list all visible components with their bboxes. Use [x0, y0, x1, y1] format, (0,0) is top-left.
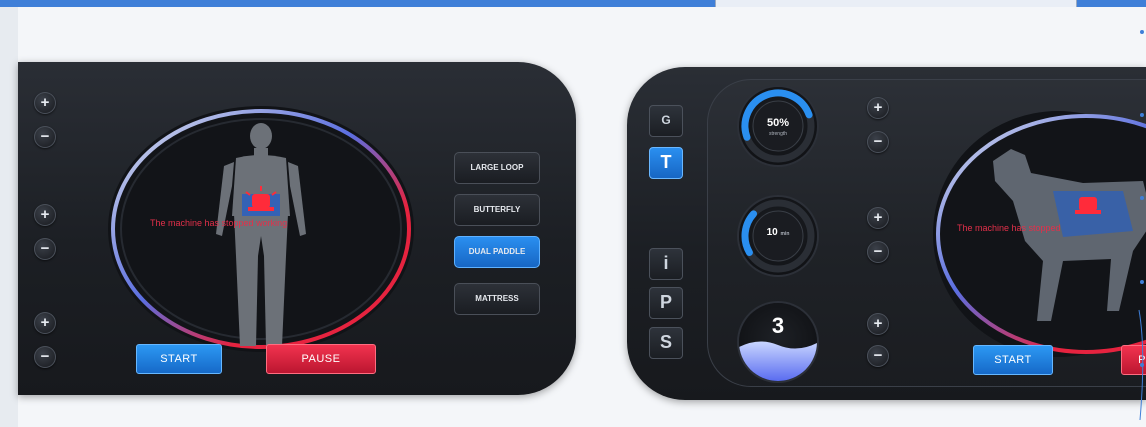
mode-dual-paddle-button[interactable]: DUAL PADDLE — [454, 236, 540, 268]
animal-mode-panel: G T i P S 50% strength + − 10 min + − 3 … — [627, 67, 1146, 400]
p-icon: P — [659, 292, 672, 312]
left-strip — [0, 7, 18, 427]
time-minus-button[interactable]: − — [867, 241, 889, 263]
probe-mode-button[interactable]: G — [649, 105, 683, 137]
intensity-minus-button[interactable]: − — [867, 131, 889, 153]
mode-large-loop-button[interactable]: LARGE LOOP — [454, 152, 540, 184]
level-value: 3 — [771, 313, 785, 338]
minus-button-2[interactable]: − — [34, 238, 56, 260]
status-message-2: The machine has stopped — [957, 223, 1061, 233]
plus-button-1[interactable]: + — [34, 92, 56, 114]
mode-mattress-button[interactable]: MATTRESS — [454, 283, 540, 315]
intensity-unit: strength — [768, 131, 788, 137]
info-icon: i — [663, 253, 669, 273]
info-button[interactable]: i — [649, 248, 683, 280]
intensity-gauge: 50% strength — [739, 87, 817, 165]
time-unit: min — [780, 231, 790, 237]
start-button-2[interactable]: START — [973, 345, 1053, 375]
time-gauge: 10 min — [739, 197, 817, 275]
intensity-value: 50% — [766, 117, 790, 129]
status-message: The machine has stopped working — [150, 218, 288, 228]
level-plus-button[interactable]: + — [867, 313, 889, 335]
minus-button-1[interactable]: − — [34, 126, 56, 148]
time-plus-button[interactable]: + — [867, 207, 889, 229]
time-number: 10 — [766, 227, 778, 238]
minus-button-3[interactable]: − — [34, 346, 56, 368]
pause-button[interactable]: PAUSE — [266, 344, 376, 374]
plus-button-3[interactable]: + — [34, 312, 56, 334]
human-mode-panel: + − + − + − The machine has stopped work… — [18, 62, 576, 395]
level-minus-button[interactable]: − — [867, 345, 889, 367]
top-bar-tab — [715, 0, 1077, 7]
p-mode-button[interactable]: P — [649, 287, 683, 319]
edge-markers — [1138, 30, 1144, 420]
s-mode-button[interactable]: S — [649, 327, 683, 359]
intensity-plus-button[interactable]: + — [867, 97, 889, 119]
start-button[interactable]: START — [136, 344, 222, 374]
t-icon: T — [660, 152, 672, 172]
plus-button-2[interactable]: + — [34, 204, 56, 226]
time-value: 10 min — [739, 227, 817, 238]
mode-butterfly-button[interactable]: BUTTERFLY — [454, 194, 540, 226]
t-mode-button[interactable]: T — [649, 147, 683, 179]
body-display: The machine has stopped working — [108, 106, 414, 352]
level-gauge: 3 — [739, 303, 817, 381]
animal-display: The machine has stopped — [933, 111, 1146, 357]
s-icon: S — [659, 332, 672, 352]
probe-icon: G — [661, 113, 671, 127]
